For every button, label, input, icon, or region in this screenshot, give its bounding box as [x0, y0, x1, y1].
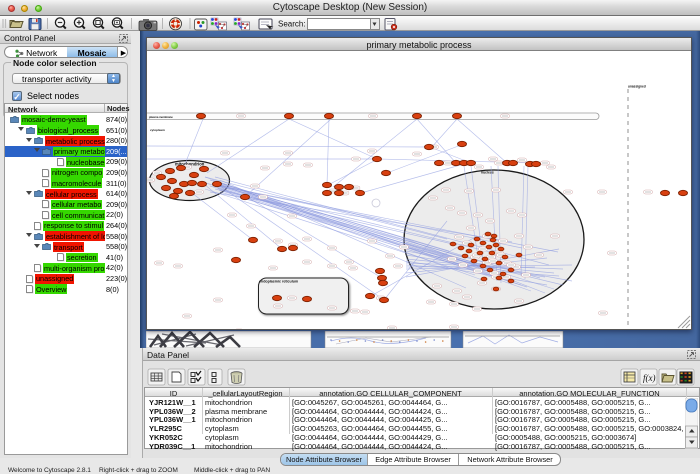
- svg-text:f(x): f(x): [643, 373, 656, 383]
- svg-text:nucleus: nucleus: [481, 171, 494, 175]
- svg-text:cytoplasm: cytoplasm: [150, 128, 165, 132]
- svg-text:unassigned: unassigned: [628, 85, 646, 89]
- svg-text:plasma membrane: plasma membrane: [149, 115, 173, 119]
- svg-text:Search:: Search:: [278, 20, 306, 29]
- svg-text:endoplasmic reticulum: endoplasmic reticulum: [259, 280, 298, 284]
